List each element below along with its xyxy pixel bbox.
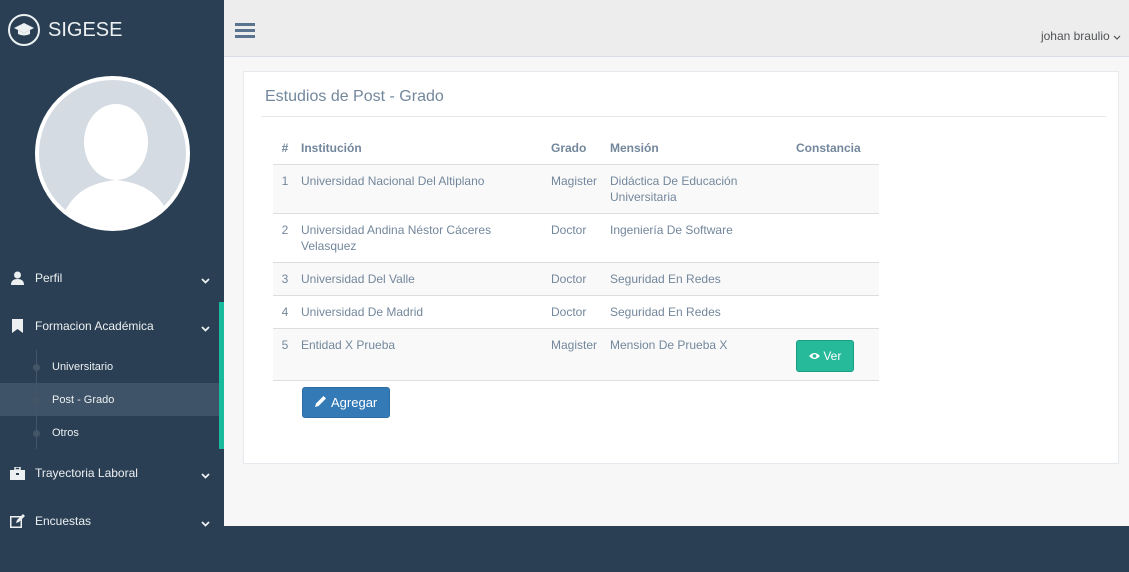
sidebar-item-label: Trayectoria Laboral <box>35 466 138 480</box>
add-button[interactable]: Agregar <box>302 387 391 418</box>
submenu-formacion: Universitario Post - Grado Otros <box>0 350 224 449</box>
cell-institucion: Universidad Nacional Del Altiplano <box>295 163 545 213</box>
table-header-row: # Institución Grado Mensión Constancia <box>273 132 879 164</box>
submenu-item-post-grado[interactable]: Post - Grado <box>0 383 219 416</box>
menu-toggle-icon[interactable] <box>235 23 255 39</box>
cell-grado: Magister <box>545 327 604 381</box>
column-header: Institución <box>301 140 362 155</box>
submenu-item-otros[interactable]: Otros <box>0 416 219 449</box>
divider <box>261 116 1106 117</box>
table-row: 2 Universidad Andina Néstor Cáceres Vela… <box>273 212 879 262</box>
user-menu[interactable]: johan braulio <box>1041 29 1121 43</box>
graduation-cap-icon <box>8 14 40 46</box>
bookmark-icon <box>9 318 25 334</box>
briefcase-icon <box>9 465 25 481</box>
sidebar-item-label: Encuestas <box>35 514 92 528</box>
sidebar-item-label: Perfil <box>35 271 63 285</box>
cell-constancia <box>790 163 879 213</box>
sidebar-item-encuestas[interactable]: Encuestas <box>0 497 224 545</box>
user-name: johan braulio <box>1040 29 1110 43</box>
cell-num: 5 <box>273 327 295 381</box>
chevron-down-icon <box>201 468 210 482</box>
brand-title: SIGESE <box>48 18 123 41</box>
top-navbar: johan braulio <box>224 0 1129 57</box>
view-button[interactable]: Ver <box>796 339 855 372</box>
brand[interactable]: SIGESE <box>0 0 224 60</box>
cell-grado: Doctor <box>545 261 604 295</box>
table-row: 3 Universidad Del Valle Doctor Seguridad… <box>273 261 879 295</box>
sidebar-item-formacion[interactable]: Formacion Académica <box>0 302 224 350</box>
cell-grado: Magister <box>545 163 604 213</box>
chevron-down-icon <box>1113 29 1121 43</box>
chevron-down-icon <box>201 273 210 287</box>
main-content: Estudios de Post - Grado # Institución G… <box>224 57 1129 526</box>
cell-num: 2 <box>273 212 295 262</box>
sidebar-item-label: Formacion Académica <box>35 319 154 333</box>
column-header: Constancia <box>796 140 861 155</box>
cell-constancia <box>790 261 879 295</box>
cell-constancia <box>790 212 879 262</box>
cell-institucion: Universidad Andina Néstor Cáceres Velasq… <box>295 212 545 262</box>
sidebar-item-perfil[interactable]: Perfil <box>0 254 224 302</box>
column-header: Mensión <box>610 140 659 155</box>
user-icon <box>9 270 25 286</box>
cell-num: 1 <box>273 163 295 213</box>
table-row: 4 Universidad De Madrid Doctor Seguridad… <box>273 294 879 328</box>
chevron-down-icon <box>201 321 210 335</box>
cell-mension: Ingeniería De Software <box>604 212 790 262</box>
cell-mension: Seguridad En Redes <box>604 261 790 295</box>
cell-grado: Doctor <box>545 294 604 328</box>
cell-num: 4 <box>273 294 295 328</box>
pencil-icon <box>315 395 331 410</box>
panel-title: Estudios de Post - Grado <box>265 88 444 105</box>
cell-num: 3 <box>273 261 295 295</box>
sidebar-menu: Perfil Formacion Académica Universitario… <box>0 254 224 545</box>
avatar <box>34 76 190 231</box>
post-grado-panel: Estudios de Post - Grado # Institución G… <box>243 71 1119 464</box>
sidebar-item-trayectoria[interactable]: Trayectoria Laboral <box>0 449 224 497</box>
cell-mension: Seguridad En Redes <box>604 294 790 328</box>
chevron-down-icon <box>201 516 210 530</box>
cell-institucion: Entidad X Prueba <box>295 327 545 381</box>
cell-institucion: Universidad De Madrid <box>295 294 545 328</box>
cell-mension: Mension De Prueba X <box>604 327 790 381</box>
column-header: Grado <box>551 140 587 155</box>
cell-constancia: Ver <box>790 327 879 381</box>
submenu-item-universitario[interactable]: Universitario <box>0 350 219 383</box>
eye-icon <box>809 349 820 363</box>
cell-grado: Doctor <box>545 212 604 262</box>
cell-mension: Didáctica De Educación Universitaria <box>604 163 790 213</box>
cell-institucion: Universidad Del Valle <box>295 261 545 295</box>
view-button-label: Ver <box>823 348 842 363</box>
post-grado-table: # Institución Grado Mensión Constancia 1… <box>273 132 879 381</box>
table-row: 1 Universidad Nacional Del Altiplano Mag… <box>273 163 879 213</box>
edit-icon <box>9 513 25 529</box>
add-button-label: Agregar <box>331 395 378 410</box>
cell-constancia <box>790 294 879 328</box>
column-header: # <box>281 140 289 155</box>
table-row: 5 Entidad X Prueba Magister Mension De P… <box>273 327 879 381</box>
